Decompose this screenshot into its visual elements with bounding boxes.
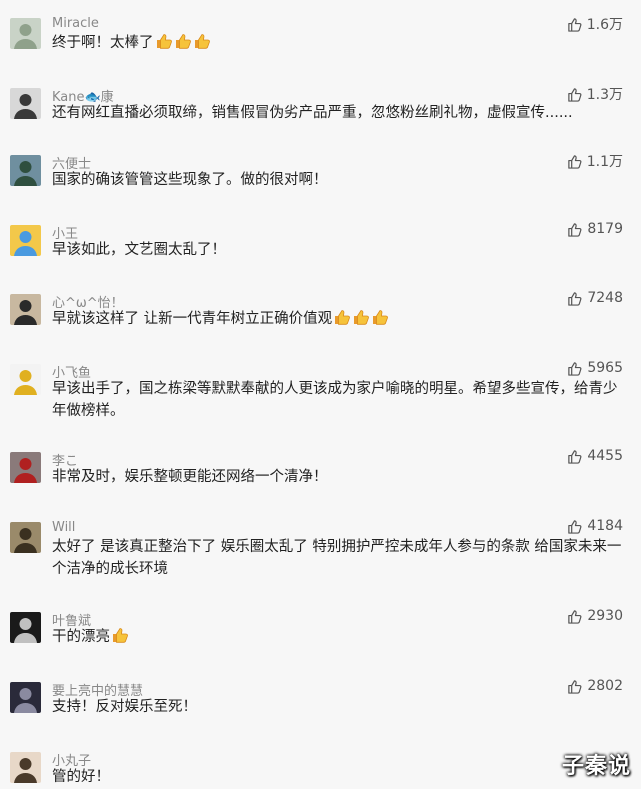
comment-text: 国家的确该管管这些现象了。做的很对啊！ — [52, 169, 624, 191]
like-button[interactable]: 4455 — [567, 448, 623, 464]
avatar[interactable] — [10, 752, 41, 783]
thumbs-up-outline-icon — [567, 17, 582, 32]
comment-body: 早该出手了，国之栋梁等默默奉献的人更该成为家户喻晓的明星。希望多些宣传，给青少年… — [52, 381, 618, 419]
avatar[interactable] — [10, 225, 41, 256]
comment-text: 太好了 是该真正整治下了 娱乐圈太乱了 特别拥护严控未成年人参与的条款 给国家未… — [52, 536, 624, 580]
comment-text: 终于啊！太棒了 — [52, 32, 624, 57]
thumbs-up-emoji-icon — [193, 34, 212, 54]
thumbs-up-outline-icon — [567, 87, 582, 102]
comment-body: 管的好！ — [52, 769, 110, 785]
thumbs-up-outline-icon — [567, 154, 582, 169]
emoji-group — [155, 32, 212, 57]
emoji-group — [333, 308, 390, 333]
comment-body: 终于啊！太棒了 — [52, 35, 154, 51]
avatar[interactable] — [10, 364, 41, 395]
avatar[interactable] — [10, 88, 41, 119]
comment-body: 支持！反对娱乐至死！ — [52, 699, 197, 715]
thumbs-up-emoji-icon — [371, 310, 390, 330]
like-button[interactable]: 2930 — [567, 608, 623, 624]
comment-body: 太好了 是该真正整治下了 娱乐圈太乱了 特别拥护严控未成年人参与的条款 给国家未… — [52, 539, 622, 577]
avatar[interactable] — [10, 612, 41, 643]
like-button[interactable]: 2802 — [567, 678, 623, 694]
like-count: 2930 — [587, 608, 623, 624]
avatar[interactable] — [10, 522, 41, 553]
comment-body: 国家的确该管管这些现象了。做的很对啊！ — [52, 172, 328, 188]
comment-text: 管的好！ — [52, 766, 624, 788]
comment-text: 早就该这样了 让新一代青年树立正确价值观 — [52, 308, 624, 333]
avatar[interactable] — [10, 294, 41, 325]
thumbs-up-outline-icon — [567, 519, 582, 534]
like-count: 8179 — [587, 221, 623, 237]
like-count: 4455 — [587, 448, 623, 464]
comment-body: 早该如此，文艺圈太乱了！ — [52, 242, 226, 258]
thumbs-up-outline-icon — [567, 222, 582, 237]
comment-text: 干的漂亮 — [52, 626, 624, 651]
like-count: 1.1万 — [586, 154, 623, 170]
thumbs-up-outline-icon — [567, 679, 582, 694]
thumbs-up-emoji-icon — [333, 310, 352, 330]
like-count: 2802 — [587, 678, 623, 694]
avatar[interactable] — [10, 18, 41, 49]
comment-text: 早该如此，文艺圈太乱了！ — [52, 239, 624, 261]
watermark: 子秦说 — [561, 754, 631, 779]
like-button[interactable]: 1.3万 — [567, 84, 623, 104]
thumbs-up-emoji-icon — [174, 34, 193, 54]
avatar[interactable] — [10, 452, 41, 483]
avatar[interactable] — [10, 682, 41, 713]
comment-body: 还有网红直播必须取缔，销售假冒伪劣产品严重，忽悠粉丝刷礼物，虚假宣传...... — [52, 105, 573, 121]
thumbs-up-outline-icon — [567, 361, 582, 376]
username[interactable]: Will — [52, 520, 75, 535]
like-count: 1.6万 — [586, 17, 623, 33]
username[interactable]: Miracle — [52, 16, 99, 31]
like-count: 5965 — [587, 360, 623, 376]
like-count: 7248 — [587, 290, 623, 306]
comment-text: 非常及时，娱乐整顿更能还网络一个清净！ — [52, 466, 624, 488]
like-button[interactable]: 7248 — [567, 290, 623, 306]
like-button[interactable]: 5965 — [567, 360, 623, 376]
comment-text: 还有网红直播必须取缔，销售假冒伪劣产品严重，忽悠粉丝刷礼物，虚假宣传...... — [52, 102, 624, 124]
thumbs-up-emoji-icon — [155, 34, 174, 54]
comment-body: 干的漂亮 — [52, 629, 110, 645]
thumbs-up-outline-icon — [567, 291, 582, 306]
like-button[interactable]: 8179 — [567, 221, 623, 237]
avatar[interactable] — [10, 155, 41, 186]
thumbs-up-emoji-icon — [352, 310, 371, 330]
thumbs-up-outline-icon — [567, 609, 582, 624]
comment-text: 支持！反对娱乐至死！ — [52, 696, 624, 718]
comment-body: 早就该这样了 让新一代青年树立正确价值观 — [52, 311, 333, 327]
like-button[interactable]: 1.1万 — [567, 151, 623, 171]
like-button[interactable]: 4184 — [567, 518, 623, 534]
comment-body: 非常及时，娱乐整顿更能还网络一个清净！ — [52, 469, 328, 485]
thumbs-up-outline-icon — [567, 449, 582, 464]
comment-text: 早该出手了，国之栋梁等默默奉献的人更该成为家户喻晓的明星。希望多些宣传，给青少年… — [52, 378, 624, 422]
thumbs-up-emoji-icon — [111, 628, 130, 648]
emoji-group — [111, 626, 130, 651]
like-count: 1.3万 — [586, 87, 623, 103]
like-count: 4184 — [587, 518, 623, 534]
like-button[interactable]: 1.6万 — [567, 14, 623, 34]
